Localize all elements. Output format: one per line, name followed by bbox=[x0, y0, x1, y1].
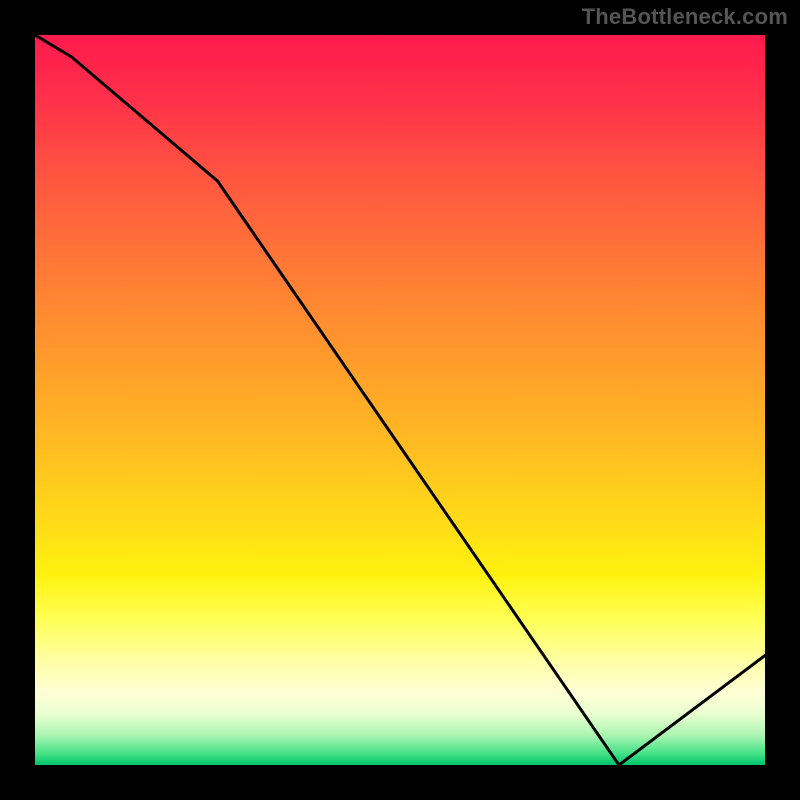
attribution-text: TheBottleneck.com bbox=[582, 4, 788, 30]
chart-container: TheBottleneck.com bbox=[0, 0, 800, 800]
line-chart-svg bbox=[35, 35, 765, 765]
plot-area bbox=[35, 35, 765, 765]
chart-line bbox=[35, 35, 765, 765]
